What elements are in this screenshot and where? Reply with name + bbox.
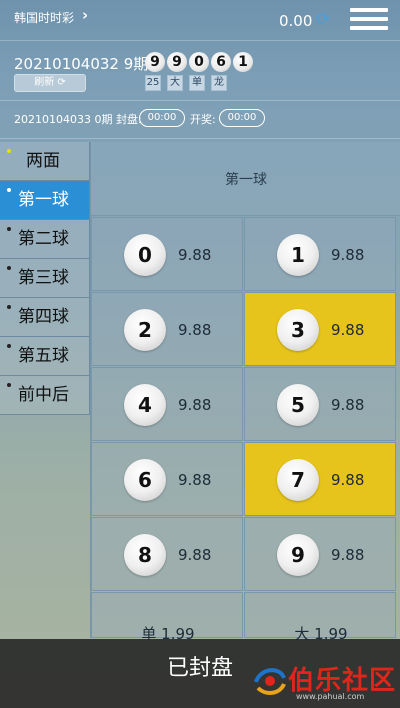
sidebar-item-ball-4[interactable]: 第四球 <box>0 298 90 337</box>
bet-cell[interactable]: 1 9.88 <box>244 217 396 291</box>
balance-amount: 0.00 <box>279 12 313 30</box>
bet-cell[interactable]: 5 9.88 <box>244 367 396 441</box>
sidebar-item-label: 第二球 <box>18 229 69 249</box>
odds-value: 9.88 <box>331 321 365 339</box>
countdown-divider <box>0 138 400 139</box>
result-ball: 9 <box>145 52 165 72</box>
bullet-icon <box>7 227 11 231</box>
bet-cell[interactable]: 4 9.88 <box>91 367 243 441</box>
header-divider <box>0 40 400 41</box>
menu-icon[interactable] <box>350 8 388 32</box>
result-ball: 1 <box>233 52 253 72</box>
sidebar-item-front-middle-back[interactable]: 前中后 <box>0 376 90 415</box>
ball-number: 1 <box>277 234 319 276</box>
ball-number: 4 <box>124 384 166 426</box>
current-issue: 20210104032 9期 <box>14 55 149 73</box>
result-tag-size: 大 <box>167 75 183 91</box>
odds-value: 9.88 <box>178 396 212 414</box>
sealed-label: 已封盘 <box>166 656 233 681</box>
bullet-icon <box>7 344 11 348</box>
ball-number: 9 <box>277 534 319 576</box>
watermark: 伯乐社区 www.pahual.com <box>250 660 400 704</box>
bet-cell-selected[interactable]: 7 9.88 <box>244 442 396 516</box>
bet-cell[interactable]: 8 9.88 <box>91 517 243 591</box>
chevron-right-icon[interactable]: › <box>82 6 88 24</box>
sidebar-item-two-sides[interactable]: 两面 <box>0 142 90 181</box>
close-countdown: 00:00 <box>139 109 185 127</box>
lottery-title[interactable]: 韩国时时彩 <box>14 9 74 26</box>
bet-cell[interactable]: 0 9.88 <box>91 217 243 291</box>
watermark-url: www.pahual.com <box>296 692 365 701</box>
result-ball: 6 <box>211 52 231 72</box>
bet-cell[interactable]: 9 9.88 <box>244 517 396 591</box>
sidebar-item-label: 第四球 <box>18 307 69 327</box>
bullet-icon <box>7 188 11 192</box>
bullet-icon <box>7 305 11 309</box>
watermark-logo-icon <box>254 668 286 695</box>
sidebar-item-ball-2[interactable]: 第二球 <box>0 220 90 259</box>
result-ball: 0 <box>189 52 209 72</box>
sidebar-item-ball-1[interactable]: 第一球 <box>0 181 90 220</box>
odds-value: 9.88 <box>178 546 212 564</box>
result-ball: 9 <box>167 52 187 72</box>
bet-cell-big[interactable]: 大 1.99 <box>244 592 396 643</box>
ball-number: 7 <box>277 459 319 501</box>
next-issue-label: 20210104033 0期 封盘: <box>14 113 142 126</box>
issue-divider <box>0 100 400 101</box>
bet-cell-odd[interactable]: 单 1.99 <box>91 592 243 643</box>
ball-number: 3 <box>277 309 319 351</box>
bet-panel: 第一球 0 9.88 1 9.88 2 9.88 3 9.88 4 9.88 5… <box>90 142 400 643</box>
sidebar-item-label: 第五球 <box>18 346 69 366</box>
result-tag-parity: 单 <box>189 75 205 91</box>
odds-value: 9.88 <box>331 471 365 489</box>
refresh-button[interactable]: 刷新 ⟳ <box>14 74 86 92</box>
sidebar-item-ball-3[interactable]: 第三球 <box>0 259 90 298</box>
panel-title: 第一球 <box>91 142 400 216</box>
result-tag-dragon: 龙 <box>211 75 227 91</box>
refresh-label: 刷新 <box>34 77 55 88</box>
top-bar: 韩国时时彩 › 0.00 ⟳ <box>0 0 400 40</box>
sidebar-item-label: 两面 <box>26 151 60 171</box>
open-countdown: 00:00 <box>219 109 265 127</box>
ball-number: 8 <box>124 534 166 576</box>
sidebar-item-label: 第一球 <box>18 190 69 210</box>
bet-cell[interactable]: 6 9.88 <box>91 442 243 516</box>
sidebar-item-ball-5[interactable]: 第五球 <box>0 337 90 376</box>
odds-value: 9.88 <box>178 321 212 339</box>
ball-number: 5 <box>277 384 319 426</box>
odds-value: 9.88 <box>331 396 365 414</box>
bullet-icon <box>7 149 11 153</box>
result-tag-sum: 25 <box>145 75 161 91</box>
ball-number: 0 <box>124 234 166 276</box>
open-label: 开奖: <box>190 113 216 126</box>
sidebar-item-label: 前中后 <box>18 385 69 405</box>
odds-value: 9.88 <box>331 546 365 564</box>
odds-value: 9.88 <box>178 471 212 489</box>
bet-cell[interactable]: 2 9.88 <box>91 292 243 366</box>
refresh-small-icon: ⟳ <box>57 77 66 88</box>
odds-value: 9.88 <box>331 246 365 264</box>
bullet-icon <box>7 383 11 387</box>
bet-cell-selected[interactable]: 3 9.88 <box>244 292 396 366</box>
refresh-icon[interactable]: ⟳ <box>316 10 330 30</box>
bullet-icon <box>7 266 11 270</box>
sidebar-item-label: 第三球 <box>18 268 69 288</box>
odds-value: 9.88 <box>178 246 212 264</box>
ball-number: 2 <box>124 309 166 351</box>
play-type-sidebar: 两面 第一球 第二球 第三球 第四球 第五球 前中后 <box>0 142 90 415</box>
ball-number: 6 <box>124 459 166 501</box>
